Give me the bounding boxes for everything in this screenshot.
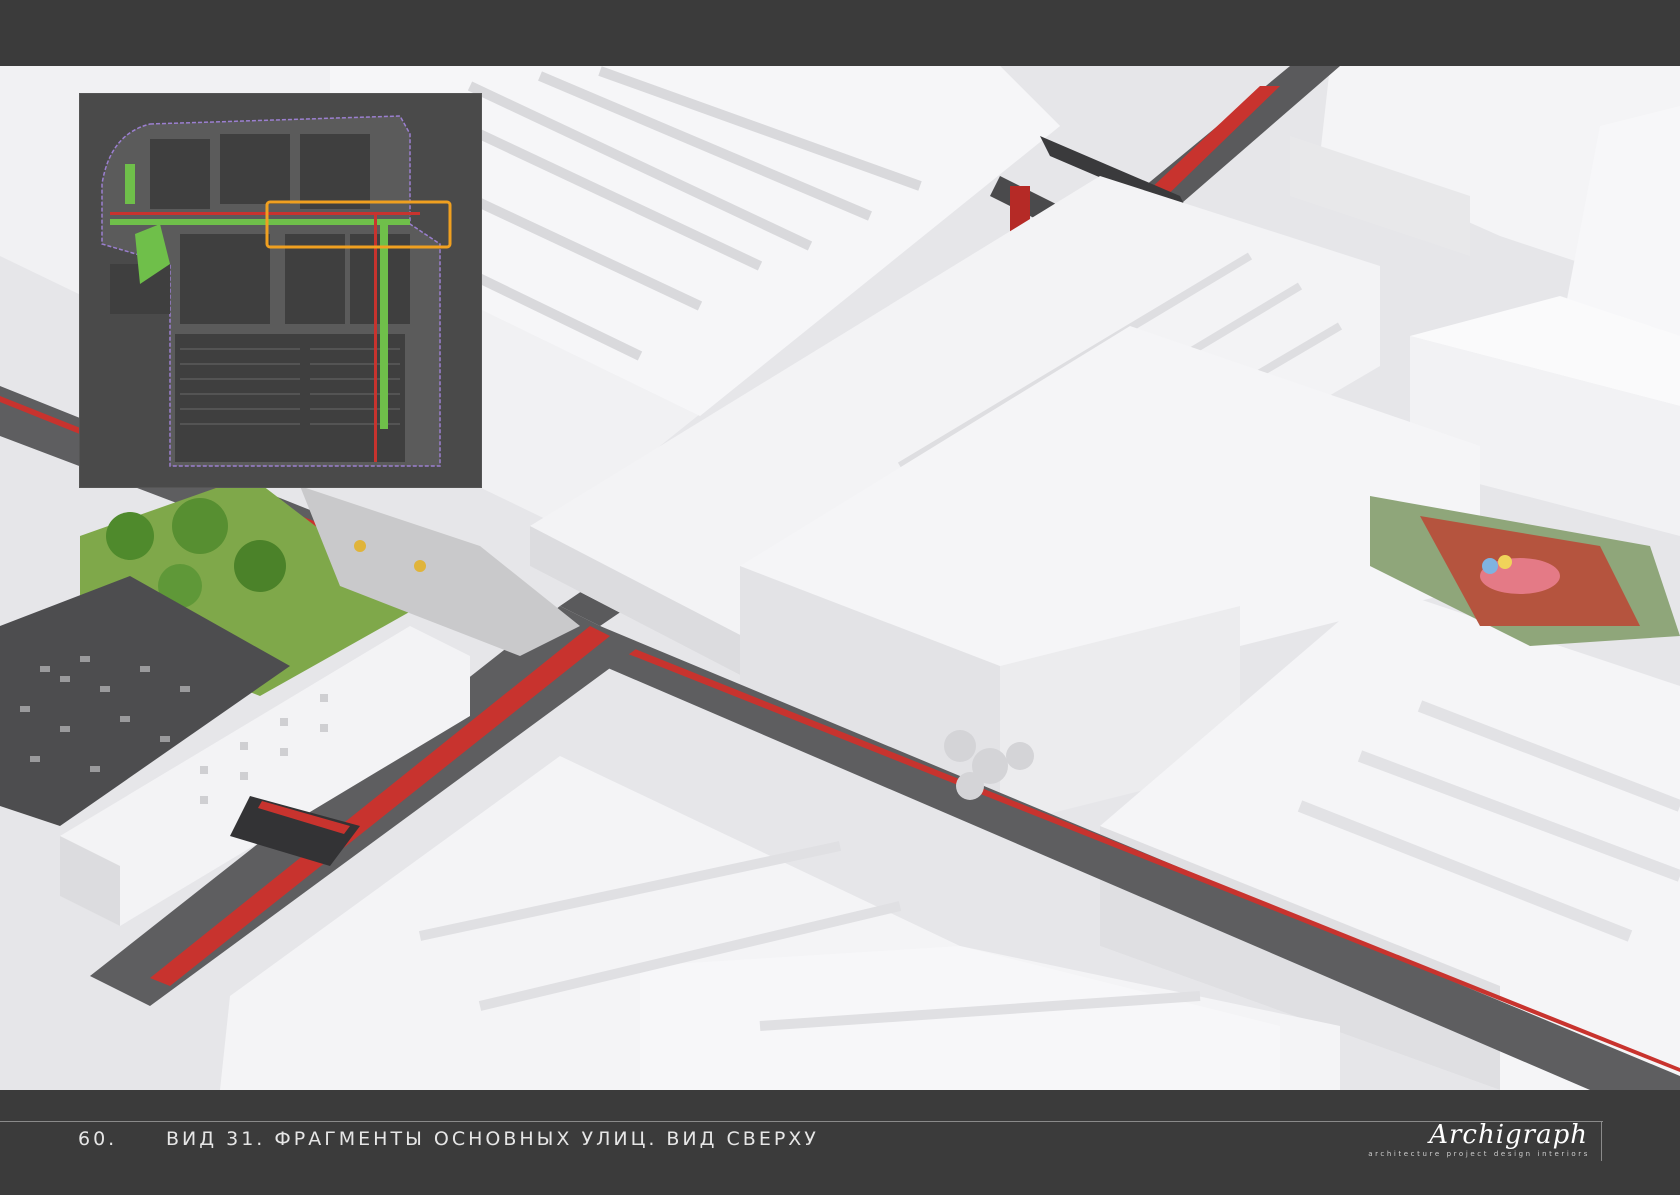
logo-tagline: architecture project design interiors (1368, 1150, 1590, 1158)
site-plan-inset (79, 93, 482, 488)
company-logo: Archigraph architecture project design i… (1318, 1120, 1598, 1162)
page-number: 60. (78, 1128, 118, 1150)
page-caption: ВИД 31. ФРАГМЕНТЫ ОСНОВНЫХ УЛИЦ. ВИД СВЕ… (166, 1128, 819, 1150)
caption-rule-end (1601, 1121, 1602, 1161)
logo-wordmark: Archigraph (1429, 1120, 1588, 1150)
caption-rule (0, 1121, 1603, 1122)
top-frame (0, 0, 1680, 66)
